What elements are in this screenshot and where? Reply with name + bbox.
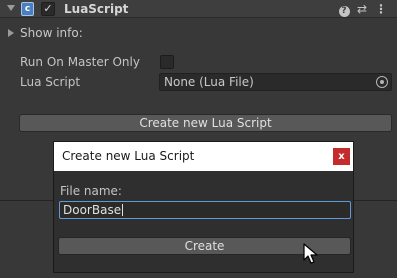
mouse-cursor-icon [303,243,318,264]
lua-script-label: Lua Script [20,75,81,89]
menu-icon[interactable]: ⋮ [374,1,388,17]
help-icon[interactable]: ? [337,1,351,17]
foldout-label: Show info: [20,26,83,40]
text-caret [122,203,124,216]
create-new-lua-script-button[interactable]: Create new Lua Script [19,114,392,132]
run-on-master-only-checkbox[interactable] [160,55,174,69]
foldout-arrow-icon [8,28,14,37]
component-enabled-checkbox[interactable]: ✓ [41,2,55,16]
script-icon: c [21,2,34,16]
lua-script-value: None (Lua File) [164,75,254,89]
file-name-input[interactable]: DoorBase [59,201,351,219]
close-icon[interactable]: x [333,148,350,165]
dialog-title: Create new Lua Script [62,149,195,163]
help-icon-glyph: ? [338,6,350,17]
show-info-foldout[interactable]: Show info: [8,25,83,41]
dialog-titlebar[interactable]: Create new Lua Script x [54,142,353,171]
lua-script-field[interactable]: None (Lua File) [159,73,392,91]
component-title: LuaScript [64,2,129,16]
file-name-label: File name: [60,184,122,198]
component-header[interactable]: c ✓ LuaScript ? ⇄ ⋮ [0,0,397,18]
fold-arrow-icon[interactable] [7,5,15,11]
file-name-value: DoorBase [63,203,122,217]
object-picker-icon[interactable] [376,76,388,88]
run-on-master-only-label: Run On Master Only [20,55,140,69]
settings-icon[interactable]: ⇄ [355,1,369,17]
